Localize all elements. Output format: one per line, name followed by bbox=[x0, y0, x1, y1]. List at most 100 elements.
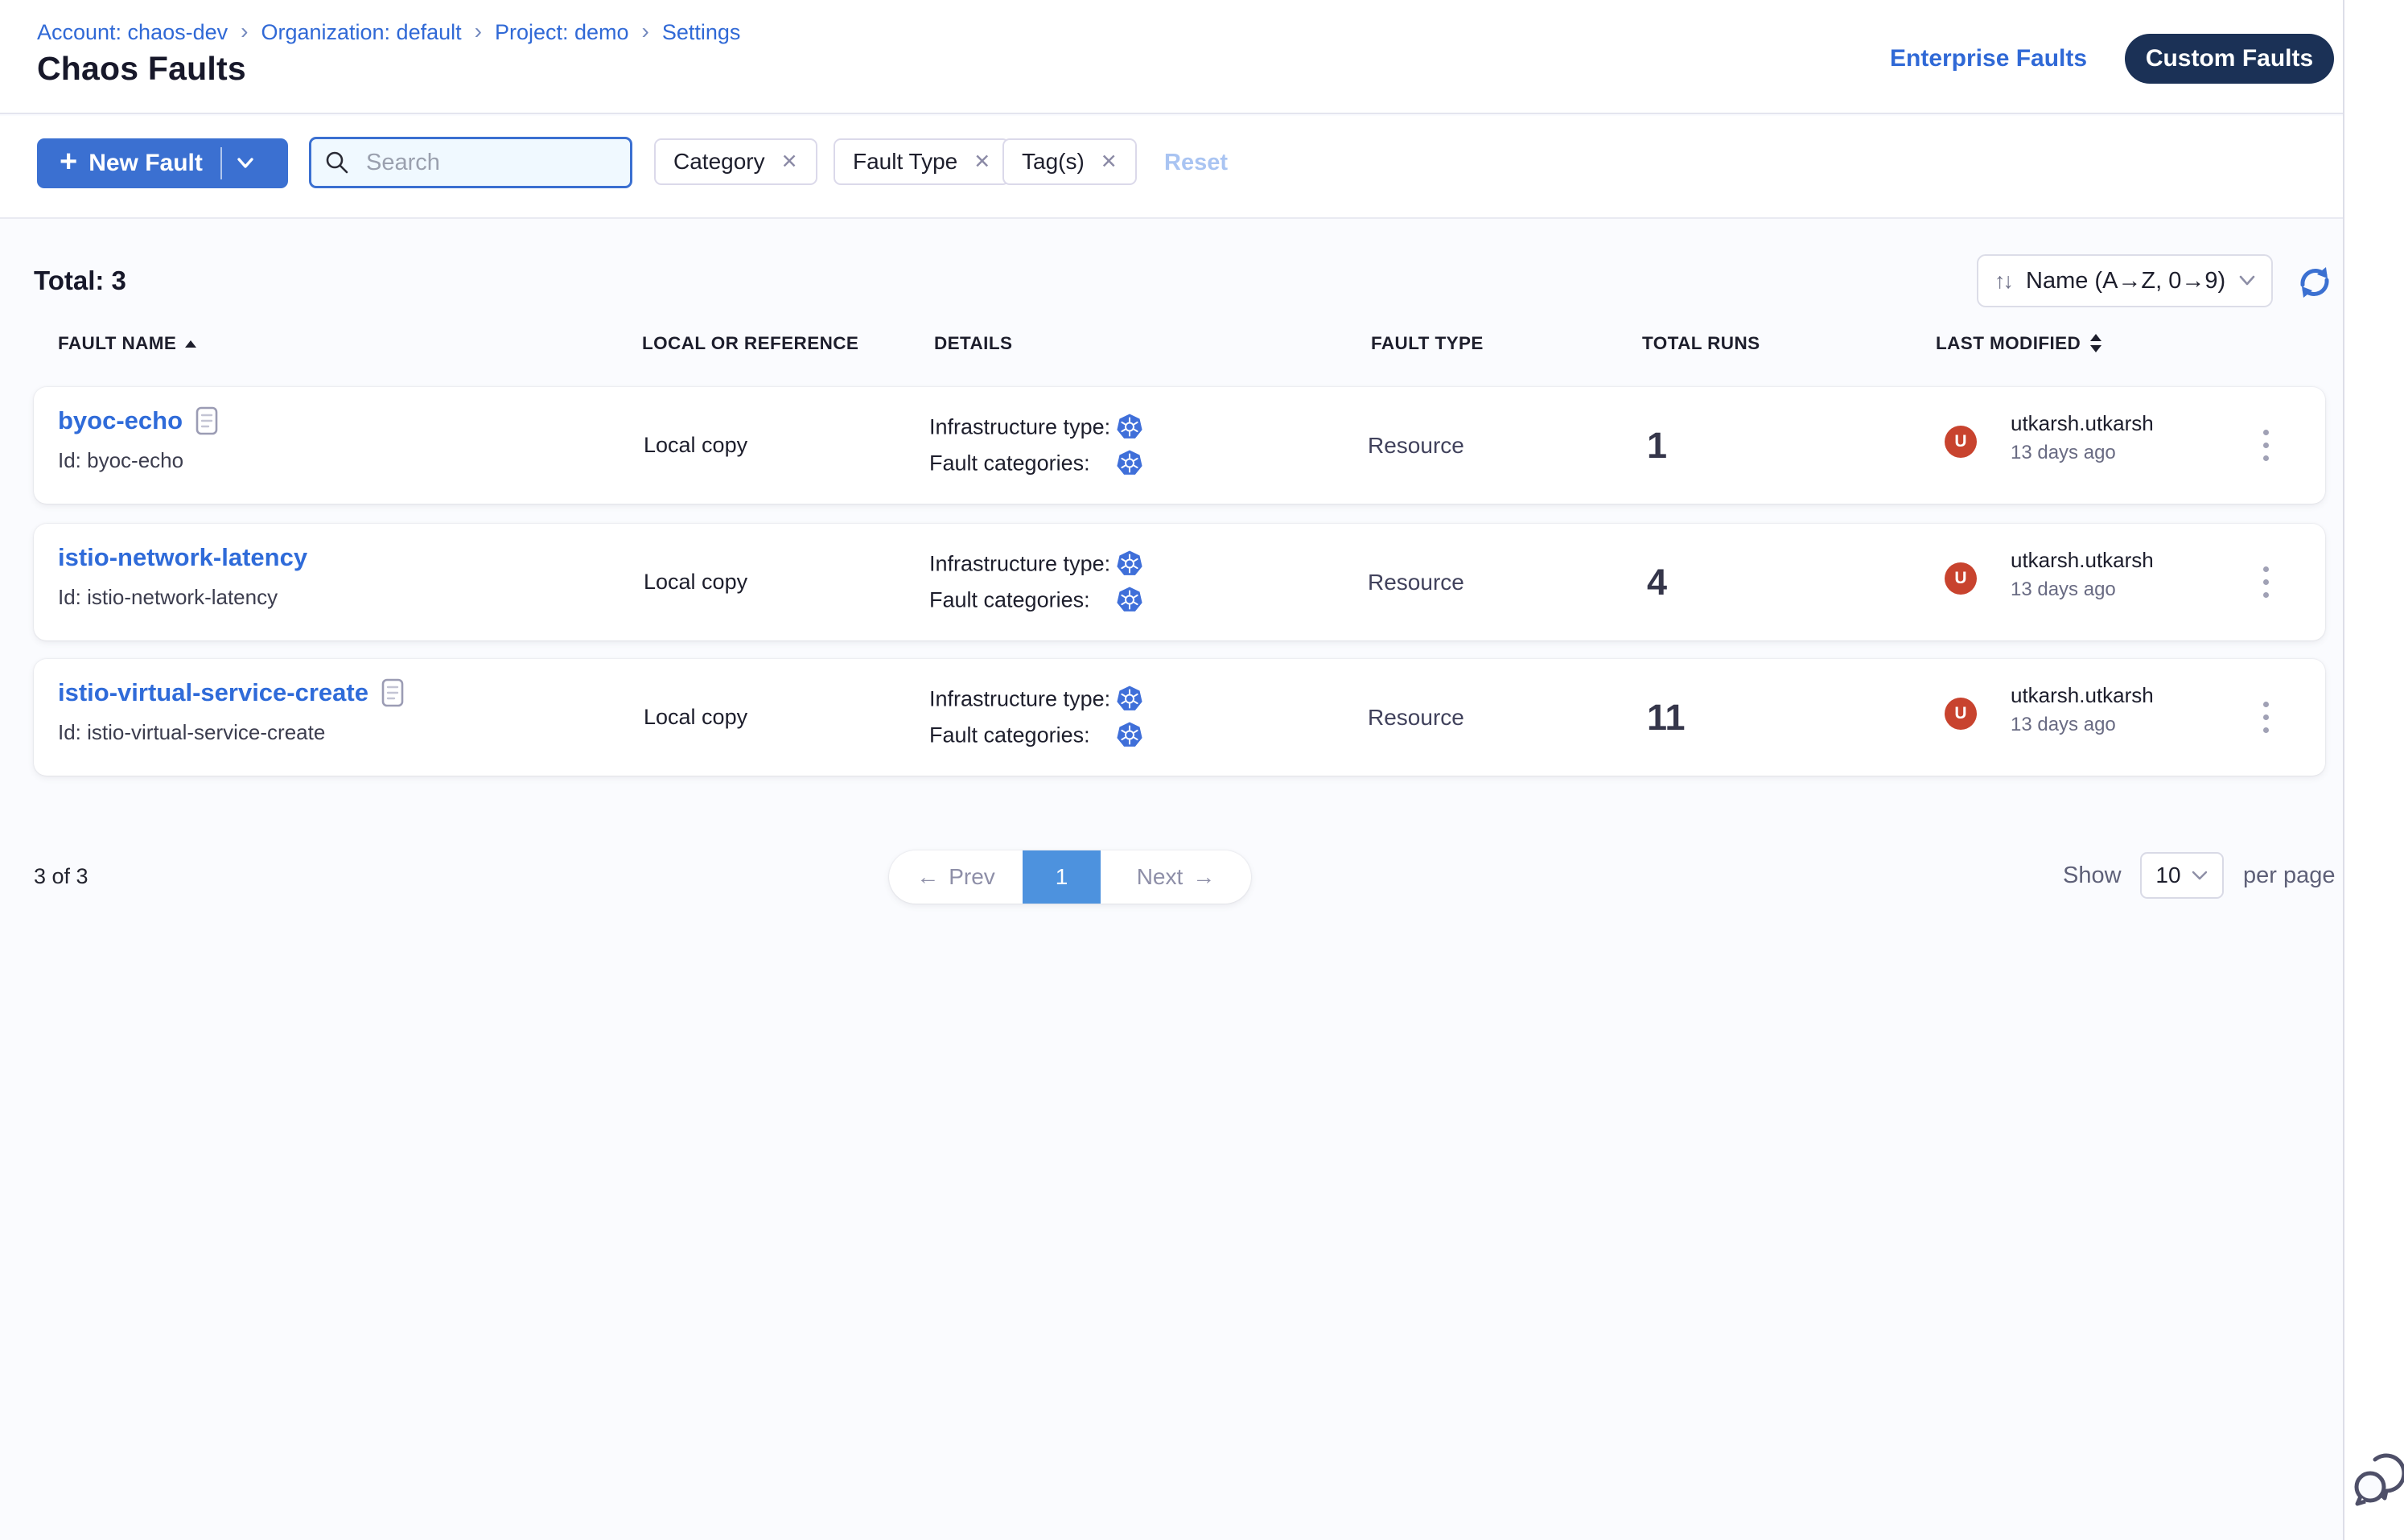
kebab-menu-icon bbox=[2263, 702, 2269, 707]
table-row: istio-virtual-service-create Id: istio-v… bbox=[34, 659, 2325, 776]
infrastructure-type-label: Infrastructure type: bbox=[929, 552, 1116, 577]
pagination: ← Prev 1 Next → bbox=[889, 850, 1251, 904]
modified-when: 13 days ago bbox=[2011, 442, 2116, 464]
breadcrumb-account-link[interactable]: Account: chaos-dev bbox=[37, 20, 228, 45]
sort-both-icon bbox=[2089, 333, 2103, 354]
chevron-down-icon bbox=[235, 156, 256, 171]
column-header-total-runs: TOTAL RUNS bbox=[1642, 333, 1760, 354]
filter-chip-tags[interactable]: Tag(s) ✕ bbox=[1002, 138, 1137, 185]
sort-arrows-icon: ↑↓ bbox=[1994, 269, 2011, 294]
fault-categories-label: Fault categories: bbox=[929, 723, 1116, 748]
fault-id: Id: istio-network-latency bbox=[58, 585, 307, 610]
avatar: U bbox=[1945, 698, 1977, 730]
pagination-range: 3 of 3 bbox=[34, 864, 89, 889]
show-label: Show bbox=[2063, 863, 2122, 889]
custom-faults-button[interactable]: Custom Faults bbox=[2125, 34, 2334, 84]
top-bar: Account: chaos-dev › Organization: defau… bbox=[0, 0, 2343, 114]
breadcrumb-separator-icon: › bbox=[475, 19, 482, 44]
right-arrow-icon: → bbox=[1192, 864, 1215, 890]
document-icon[interactable] bbox=[381, 678, 404, 707]
breadcrumb-separator-icon: › bbox=[642, 19, 649, 44]
total-runs-cell: 11 bbox=[1647, 659, 1686, 776]
filter-chip-label: Fault Type bbox=[853, 149, 957, 175]
kubernetes-icon bbox=[1116, 721, 1145, 750]
close-icon[interactable]: ✕ bbox=[974, 150, 990, 174]
modified-by: utkarsh.utkarsh bbox=[2011, 683, 2154, 708]
next-label: Next bbox=[1137, 864, 1183, 890]
document-icon[interactable] bbox=[196, 406, 218, 435]
page-title: Chaos Faults bbox=[37, 50, 246, 88]
kubernetes-icon bbox=[1116, 413, 1145, 442]
reset-filters-button[interactable]: Reset bbox=[1164, 150, 1228, 176]
kubernetes-icon bbox=[1116, 685, 1145, 714]
chat-support-button[interactable] bbox=[2351, 1448, 2404, 1512]
breadcrumb-project-link[interactable]: Project: demo bbox=[495, 20, 629, 45]
breadcrumb: Account: chaos-dev › Organization: defau… bbox=[37, 19, 740, 45]
total-count: Total: 3 bbox=[34, 266, 126, 296]
column-header-last-modified[interactable]: LAST MODIFIED bbox=[1936, 333, 2103, 354]
page-size-select[interactable]: 10 bbox=[2140, 852, 2224, 899]
column-label: LAST MODIFIED bbox=[1936, 333, 2081, 354]
kebab-menu-icon bbox=[2263, 566, 2269, 572]
row-menu-button[interactable] bbox=[2241, 659, 2290, 776]
fault-name-cell: istio-network-latency Id: istio-network-… bbox=[58, 543, 307, 610]
fault-name-link[interactable]: istio-virtual-service-create bbox=[58, 678, 368, 707]
column-header-fault-name[interactable]: FAULT NAME bbox=[58, 333, 197, 354]
breadcrumb-organization-link[interactable]: Organization: default bbox=[261, 20, 461, 45]
prev-page-button[interactable]: ← Prev bbox=[889, 850, 1023, 904]
kebab-menu-icon bbox=[2263, 727, 2269, 733]
row-menu-button[interactable] bbox=[2241, 387, 2290, 504]
local-or-reference-cell: Local copy bbox=[644, 524, 747, 640]
refresh-icon bbox=[2293, 261, 2336, 304]
table-header-row: FAULT NAME LOCAL OR REFERENCE DETAILS FA… bbox=[0, 333, 2343, 365]
new-fault-label: New Fault bbox=[89, 150, 203, 177]
left-arrow-icon: ← bbox=[916, 864, 939, 890]
chevron-down-icon bbox=[2191, 870, 2208, 881]
fault-name-link[interactable]: istio-network-latency bbox=[58, 543, 307, 572]
total-runs-cell: 4 bbox=[1647, 524, 1667, 640]
sort-select[interactable]: ↑↓ Name (A→Z, 0→9) bbox=[1977, 254, 2273, 307]
filter-chip-label: Tag(s) bbox=[1022, 149, 1085, 175]
kebab-menu-icon bbox=[2263, 579, 2269, 585]
enterprise-faults-link[interactable]: Enterprise Faults bbox=[1890, 45, 2087, 72]
details-cell: Infrastructure type: Fault categories: bbox=[929, 685, 1145, 750]
avatar: U bbox=[1945, 426, 1977, 458]
kubernetes-icon bbox=[1116, 449, 1145, 478]
kubernetes-icon bbox=[1116, 550, 1145, 579]
per-page-label: per page bbox=[2243, 863, 2336, 889]
page-number-button[interactable]: 1 bbox=[1023, 850, 1101, 904]
column-label: FAULT TYPE bbox=[1371, 333, 1484, 354]
next-page-button[interactable]: Next → bbox=[1101, 850, 1251, 904]
column-header-fault-type: FAULT TYPE bbox=[1371, 333, 1484, 354]
modified-when: 13 days ago bbox=[2011, 579, 2116, 601]
new-fault-button[interactable]: + New Fault bbox=[37, 138, 288, 188]
fault-type-cell: Resource bbox=[1368, 659, 1464, 776]
close-icon[interactable]: ✕ bbox=[1101, 150, 1118, 174]
chat-support-icon bbox=[2351, 1448, 2404, 1509]
plus-icon: + bbox=[60, 146, 77, 177]
search-box bbox=[309, 137, 632, 188]
row-menu-button[interactable] bbox=[2241, 524, 2290, 640]
column-label: LOCAL OR REFERENCE bbox=[642, 333, 858, 354]
filter-chip-fault-type[interactable]: Fault Type ✕ bbox=[834, 138, 1010, 185]
prev-label: Prev bbox=[949, 864, 995, 890]
chaos-faults-page: Account: chaos-dev › Organization: defau… bbox=[0, 0, 2404, 1540]
close-icon[interactable]: ✕ bbox=[781, 150, 798, 174]
local-or-reference-cell: Local copy bbox=[644, 387, 747, 504]
fault-name-link[interactable]: byoc-echo bbox=[58, 406, 183, 435]
sort-ascending-icon bbox=[184, 340, 197, 348]
kebab-menu-icon bbox=[2263, 443, 2269, 448]
filter-chip-category[interactable]: Category ✕ bbox=[654, 138, 817, 185]
search-input[interactable] bbox=[361, 150, 669, 176]
column-header-local-or-reference: LOCAL OR REFERENCE bbox=[642, 333, 858, 354]
fault-id: Id: istio-virtual-service-create bbox=[58, 720, 404, 745]
refresh-button[interactable] bbox=[2293, 261, 2336, 304]
sort-select-value: Name (A→Z, 0→9) bbox=[2026, 268, 2225, 294]
new-fault-dropdown-toggle[interactable] bbox=[235, 156, 256, 171]
breadcrumb-settings-link[interactable]: Settings bbox=[662, 20, 741, 45]
table-row: byoc-echo Id: byoc-echo Local copy Infra… bbox=[34, 387, 2325, 504]
fault-name-cell: istio-virtual-service-create Id: istio-v… bbox=[58, 678, 404, 745]
kebab-menu-icon bbox=[2263, 714, 2269, 720]
page-size-value: 10 bbox=[2155, 863, 2180, 888]
column-label: TOTAL RUNS bbox=[1642, 333, 1760, 354]
